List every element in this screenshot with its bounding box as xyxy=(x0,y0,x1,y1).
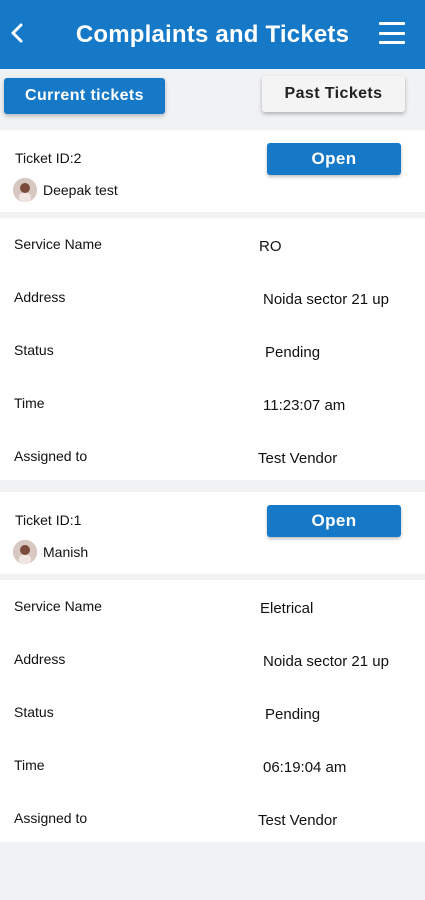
detail-value: Test Vendor xyxy=(258,450,338,467)
detail-value: 11:23:07 am xyxy=(263,397,346,414)
detail-value: Eletrical xyxy=(260,600,314,617)
detail-row-status: Status Pending xyxy=(0,334,425,387)
detail-row-address: Address Noida sector 21 up xyxy=(0,643,425,696)
detail-label: Service Name xyxy=(14,598,102,614)
detail-value: 06:19:04 am xyxy=(263,759,347,776)
detail-label: Assigned to xyxy=(14,810,88,826)
ticket-details: Service Name RO Address Noida sector 21 … xyxy=(0,218,425,480)
detail-row-address: Address Noida sector 21 up xyxy=(0,281,425,334)
avatar xyxy=(13,178,37,202)
ticket-user-name: Manish xyxy=(43,544,89,560)
ticket-id: Ticket ID:2 xyxy=(15,150,82,166)
user-avatar-icon xyxy=(13,178,37,202)
detail-value: Pending xyxy=(265,706,321,723)
open-ticket-button[interactable]: Open xyxy=(267,143,401,175)
detail-row-assigned-to: Assigned to Test Vendor xyxy=(0,802,425,855)
detail-label: Service Name xyxy=(14,236,102,252)
user-avatar-icon xyxy=(13,540,37,564)
detail-label: Address xyxy=(14,289,66,305)
ticket-user-name: Deepak test xyxy=(43,182,118,198)
ticket-details: Service Name Eletrical Address Noida sec… xyxy=(0,580,425,842)
open-ticket-button[interactable]: Open xyxy=(267,505,401,537)
detail-value: RO xyxy=(259,238,282,255)
detail-label: Time xyxy=(14,395,45,411)
detail-value: Noida sector 21 up xyxy=(263,291,389,308)
hamburger-menu-icon[interactable] xyxy=(379,22,405,44)
detail-row-time: Time 11:23:07 am xyxy=(0,387,425,440)
detail-label: Address xyxy=(14,651,66,667)
app-header: Complaints and Tickets xyxy=(0,0,425,69)
detail-value: Noida sector 21 up xyxy=(263,653,389,670)
ticket-id: Ticket ID:1 xyxy=(15,512,82,528)
detail-row-service-name: Service Name Eletrical xyxy=(0,590,425,643)
detail-label: Status xyxy=(14,342,54,358)
detail-value: Pending xyxy=(265,344,321,361)
detail-row-status: Status Pending xyxy=(0,696,425,749)
detail-row-time: Time 06:19:04 am xyxy=(0,749,425,802)
detail-row-assigned-to: Assigned to Test Vendor xyxy=(0,440,425,493)
detail-label: Assigned to xyxy=(14,448,88,464)
back-button[interactable] xyxy=(6,18,28,48)
page-title: Complaints and Tickets xyxy=(75,20,350,48)
ticket-header: Ticket ID:2 Deepak test Open xyxy=(0,130,425,212)
back-arrow-icon xyxy=(11,23,23,43)
detail-label: Time xyxy=(14,757,45,773)
ticket-header: Ticket ID:1 Manish Open xyxy=(0,492,425,574)
current-tickets-tab[interactable]: Current tickets xyxy=(4,78,165,114)
detail-row-service-name: Service Name RO xyxy=(0,228,425,281)
detail-label: Status xyxy=(14,704,54,720)
past-tickets-tab[interactable]: Past Tickets xyxy=(262,76,405,112)
avatar xyxy=(13,540,37,564)
detail-value: Test Vendor xyxy=(258,812,338,829)
